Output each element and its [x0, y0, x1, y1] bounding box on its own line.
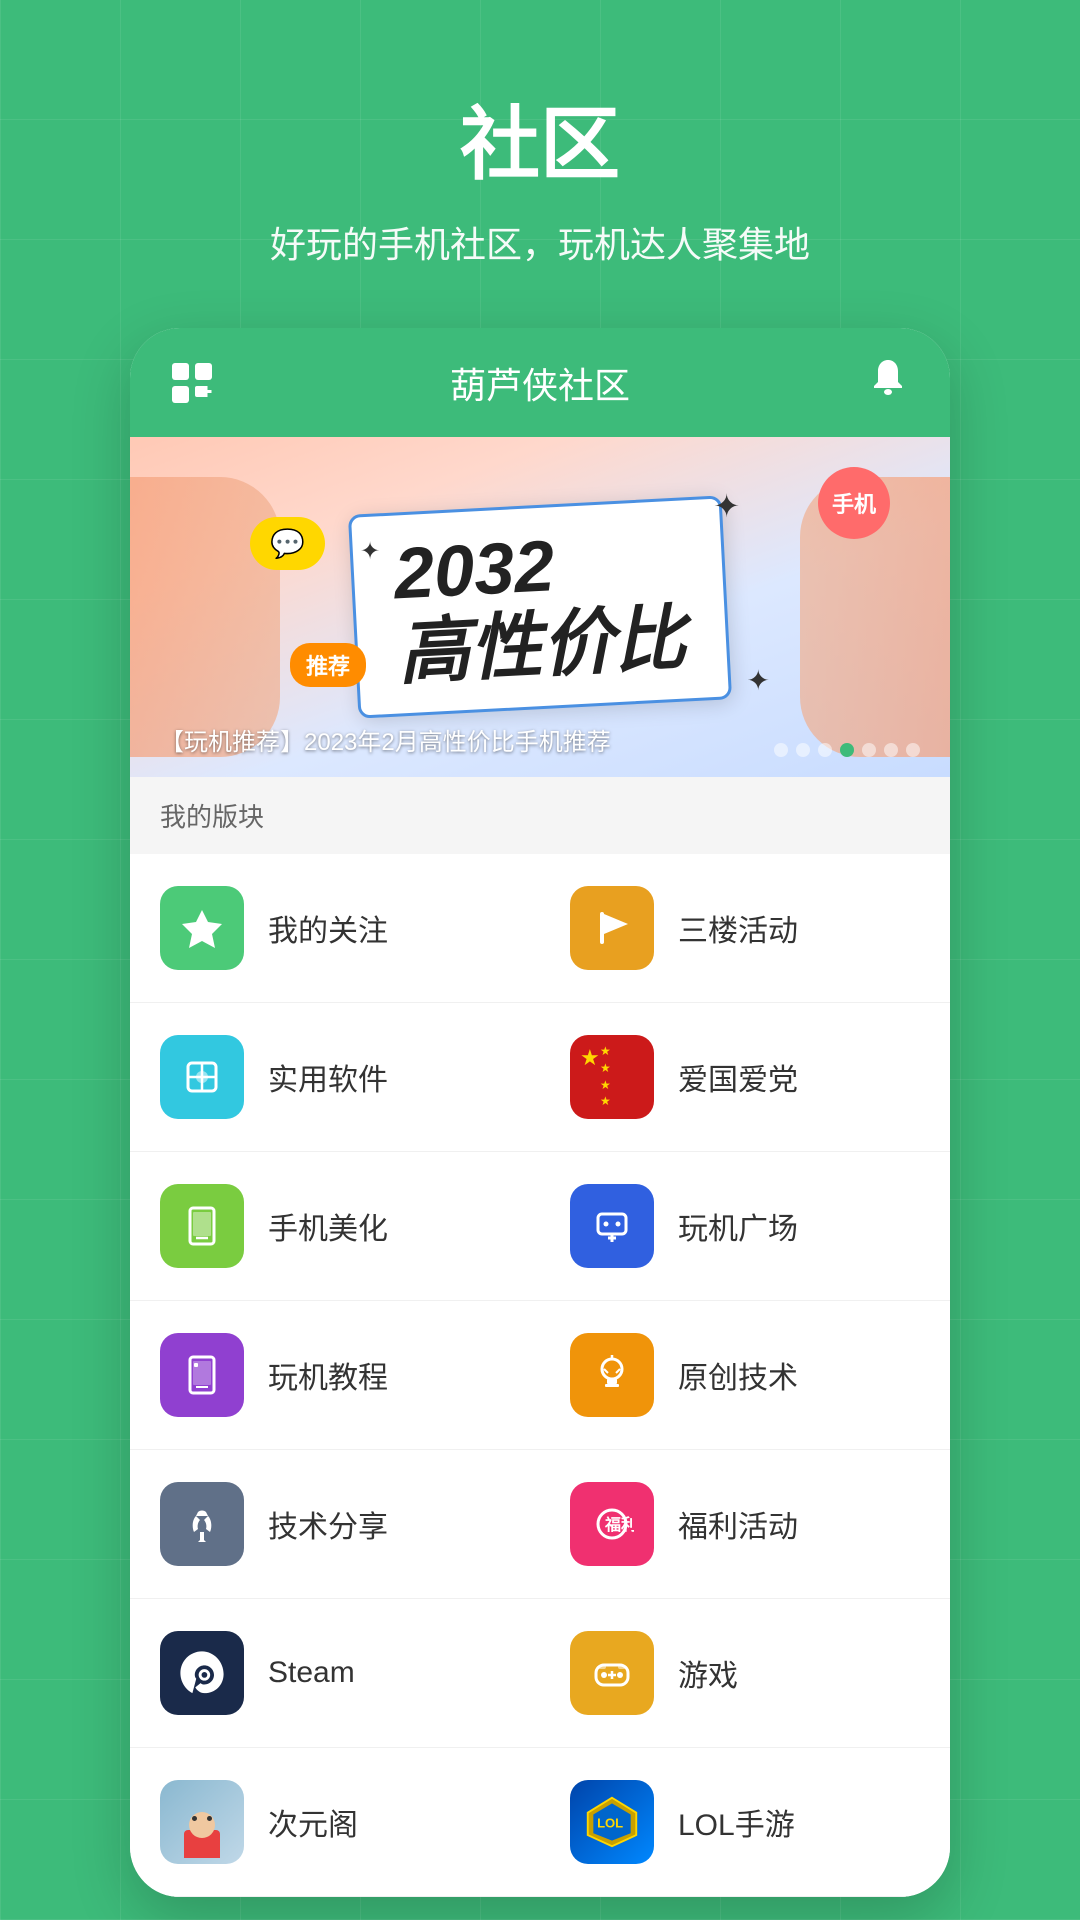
welfare-label: 福利活动 — [678, 1502, 798, 1546]
patriot-icon: ★ ★★★★ — [570, 1035, 654, 1119]
grid-add-icon[interactable] — [170, 361, 214, 405]
beauty-label: 手机美化 — [268, 1204, 388, 1248]
gaming-square-icon — [570, 1184, 654, 1268]
menu-item-game[interactable]: 游戏 — [540, 1599, 950, 1748]
software-label: 实用软件 — [268, 1055, 388, 1099]
menu-item-tutorial[interactable]: 玩机教程 — [130, 1301, 540, 1450]
anime-label: 次元阁 — [268, 1800, 358, 1844]
lol-icon: LOL — [570, 1780, 654, 1864]
tech-share-icon — [160, 1482, 244, 1566]
menu-item-gaming-square[interactable]: 玩机广场 — [540, 1152, 950, 1301]
page-subtitle: 好玩的手机社区，玩机达人聚集地 — [270, 216, 810, 268]
anime-icon — [160, 1780, 244, 1864]
my-blocks-label: 我的版块 — [160, 802, 264, 832]
banner-container[interactable]: 2032 高性价比 ✦ ✦ ✦ 💬 手机 推荐 【玩机推荐】2023年2月高性价… — [130, 437, 950, 777]
steam-label: Steam — [268, 1656, 355, 1690]
dot-6[interactable] — [884, 743, 898, 757]
follow-icon — [160, 886, 244, 970]
original-tech-label: 原创技术 — [678, 1353, 798, 1397]
dot-7[interactable] — [906, 743, 920, 757]
banner-image: 2032 高性价比 ✦ ✦ ✦ 💬 手机 推荐 【玩机推荐】2023年2月高性价… — [130, 437, 950, 777]
dot-2[interactable] — [796, 743, 810, 757]
menu-item-lol[interactable]: LOL LOL手游 — [540, 1748, 950, 1897]
banner-caption: 【玩机推荐】2023年2月高性价比手机推荐 — [160, 722, 611, 757]
bell-icon[interactable] — [866, 356, 910, 409]
gaming-square-label: 玩机广场 — [678, 1204, 798, 1248]
dot-1[interactable] — [774, 743, 788, 757]
menu-item-anime[interactable]: 次元阁 — [130, 1748, 540, 1897]
follow-label: 我的关注 — [268, 906, 388, 950]
svg-text:福利: 福利 — [604, 1515, 634, 1534]
svg-text:LOL: LOL — [597, 1816, 623, 1831]
steam-icon — [160, 1631, 244, 1715]
welfare-icon: 福利 — [570, 1482, 654, 1566]
my-blocks-section: 我的版块 — [130, 777, 950, 854]
phone-mockup: 葫芦侠社区 2032 高性价 — [130, 328, 950, 1897]
game-icon — [570, 1631, 654, 1715]
tutorial-icon — [160, 1333, 244, 1417]
app-header: 葫芦侠社区 — [130, 328, 950, 437]
lol-label: LOL手游 — [678, 1800, 795, 1844]
activity-icon — [570, 886, 654, 970]
banner-recommend-badge: 推荐 — [290, 643, 366, 687]
menu-item-tech-share[interactable]: 技术分享 — [130, 1450, 540, 1599]
menu-item-beauty[interactable]: 手机美化 — [130, 1152, 540, 1301]
dot-3[interactable] — [818, 743, 832, 757]
dot-5[interactable] — [862, 743, 876, 757]
banner-dots — [774, 743, 920, 757]
menu-grid: 我的关注 三楼活动 — [130, 854, 950, 1897]
dot-4-active[interactable] — [840, 743, 854, 757]
activity-label: 三楼活动 — [678, 906, 798, 950]
beauty-icon — [160, 1184, 244, 1268]
menu-item-welfare[interactable]: 福利 福利活动 — [540, 1450, 950, 1599]
menu-item-patriot[interactable]: ★ ★★★★ 爱国爱党 — [540, 1003, 950, 1152]
banner-chat-bubble: 💬 — [250, 517, 325, 570]
original-tech-icon — [570, 1333, 654, 1417]
tech-share-label: 技术分享 — [268, 1502, 388, 1546]
software-icon — [160, 1035, 244, 1119]
menu-item-follow[interactable]: 我的关注 — [130, 854, 540, 1003]
menu-item-original-tech[interactable]: 原创技术 — [540, 1301, 950, 1450]
tutorial-label: 玩机教程 — [268, 1353, 388, 1397]
banner-main-text: 2032 高性价比 — [392, 520, 688, 693]
menu-item-activity[interactable]: 三楼活动 — [540, 854, 950, 1003]
menu-item-steam[interactable]: Steam — [130, 1599, 540, 1748]
patriot-label: 爱国爱党 — [678, 1055, 798, 1099]
game-label: 游戏 — [678, 1651, 738, 1695]
header-title: 葫芦侠社区 — [450, 357, 630, 409]
page-title: 社区 — [460, 80, 620, 196]
menu-item-software[interactable]: 实用软件 — [130, 1003, 540, 1152]
banner-phone-badge: 手机 — [818, 467, 890, 539]
